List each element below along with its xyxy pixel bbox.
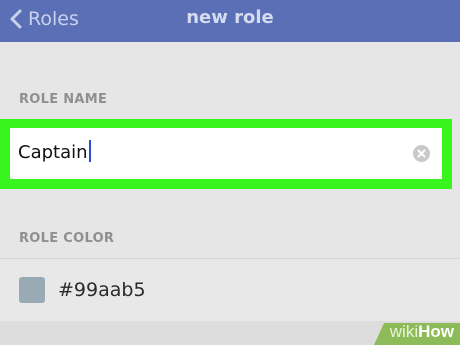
role-name-section-label: ROLE NAME: [19, 92, 108, 107]
top-nav-bar: Roles new role: [0, 0, 460, 42]
text-caret: [88, 140, 91, 162]
role-name-input[interactable]: Captain: [10, 128, 442, 179]
role-name-value-wrap: Captain: [18, 140, 91, 163]
color-swatch: [19, 277, 45, 303]
watermark-prefix: wiki: [389, 322, 419, 341]
role-color-row[interactable]: #99aab5: [0, 258, 460, 322]
role-name-value: Captain: [18, 142, 88, 163]
role-color-value: #99aab5: [58, 279, 146, 301]
watermark-text: wikiHow: [390, 322, 454, 342]
page-title: new role: [186, 7, 274, 28]
role-color-section-label: ROLE COLOR: [19, 231, 115, 246]
wikihow-watermark: wikiHow: [364, 319, 460, 345]
role-name-highlight: Captain: [0, 119, 452, 189]
clear-text-button[interactable]: [413, 145, 430, 162]
clear-icon: [417, 149, 426, 158]
watermark-suffix: How: [418, 322, 454, 341]
